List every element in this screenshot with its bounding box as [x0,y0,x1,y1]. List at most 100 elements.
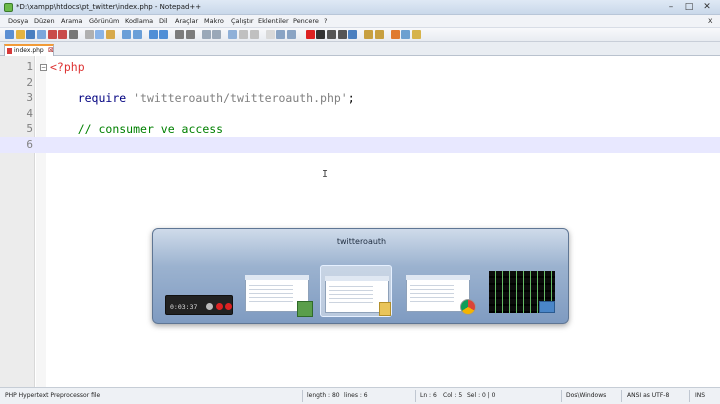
maximize-button[interactable]: □ [680,1,698,13]
record-icon[interactable] [305,30,315,39]
stop-icon [225,303,232,310]
indent-guide-icon[interactable] [249,30,259,39]
code-text: <?php [50,59,85,75]
menu-gorunum[interactable]: Görünüm [89,17,119,25]
code-line: 5 // consumer ve access [0,121,720,137]
menu-pencere[interactable]: Pencere [293,17,319,25]
menu-dil[interactable]: Dil [159,17,168,25]
menu-makro[interactable]: Makro [204,17,224,25]
status-divider [621,390,622,402]
status-encoding: ANSI as UTF-8 [627,392,670,399]
menu-eklentiler[interactable]: Eklentiler [258,17,289,25]
record-icon [216,303,223,310]
image-file-icon [297,301,313,317]
stop-icon[interactable] [316,30,326,39]
line-number: 4 [26,107,33,120]
pause-icon [206,303,213,310]
save-icon[interactable] [26,30,36,39]
line-number: 3 [26,91,33,104]
save-all-icon[interactable] [36,30,46,39]
notepadpp-icon [4,3,13,12]
recorder-panel: 0:03:37 [165,295,233,315]
replace-icon[interactable] [159,30,169,39]
switcher-item-explorer[interactable] [241,265,313,317]
code-text: // consumer ve access [50,121,223,137]
menu-calistir[interactable]: Çalıştır [231,17,254,25]
code-editor[interactable]: 1 − <?php 2 3 require 'twitteroauth/twit… [0,56,720,387]
user-lang-icon[interactable] [265,30,275,39]
switcher-item-chrome[interactable] [402,265,476,317]
toolbar [0,28,720,42]
code-text: require 'twitteroauth/twitteroauth.php'; [50,90,355,106]
status-divider [302,390,303,402]
string-literal: 'twitteroauth/twitteroauth.php' [126,91,348,105]
switcher-item-desktop[interactable] [485,265,557,317]
semicolon: ; [347,91,355,105]
cut-icon[interactable] [84,30,94,39]
status-divider [561,390,562,402]
copy-icon[interactable] [95,30,105,39]
plugin-icon[interactable] [401,30,411,39]
minimize-button[interactable]: – [662,1,680,13]
play-icon[interactable] [326,30,336,39]
status-lines: lines : 6 [344,392,368,399]
thumbnail-content [249,285,293,305]
tab-label: index.php [14,47,44,54]
thumbnail-titlebar [325,276,389,281]
menu-araclar[interactable]: Araçlar [175,17,198,25]
highlight-icon[interactable] [411,30,421,39]
close-icon[interactable] [47,30,57,39]
new-file-icon[interactable] [5,30,14,39]
switcher-item-twitteroauth[interactable] [320,265,392,317]
folder-icon [379,302,391,316]
print-icon[interactable] [68,30,78,39]
menu-duzen[interactable]: Düzen [34,17,55,25]
tab-close-icon[interactable]: ⊠ [48,46,54,54]
code-line: 3 require 'twitteroauth/twitteroauth.php… [0,90,720,106]
zoom-in-icon[interactable] [175,30,185,39]
open-icon[interactable] [15,30,25,39]
paste-icon[interactable] [106,30,116,39]
status-length: length : 80 [307,392,340,399]
status-selection: Sel : 0 | 0 [467,392,496,399]
zoom-out-icon[interactable] [185,30,195,39]
word-wrap-icon[interactable] [228,30,238,39]
redo-icon[interactable] [132,30,142,39]
menu-arama[interactable]: Arama [61,17,82,25]
menu-kodlama[interactable]: Kodlama [125,17,153,25]
status-divider [415,390,416,402]
all-chars-icon[interactable] [239,30,249,39]
tab-index-php[interactable]: index.php ⊠ [4,44,54,56]
sync-h-icon[interactable] [212,30,222,39]
unsaved-file-icon [7,48,12,54]
bookmark-icon[interactable] [390,30,400,39]
switcher-item-screen-recorder[interactable]: 0:03:37 [163,265,235,317]
switcher-title: twitteroauth [336,237,387,246]
close-document-button[interactable]: X [708,17,712,25]
menu-help[interactable]: ? [324,17,327,25]
mouse-ibeam-cursor: I [322,169,329,180]
menu-dosya[interactable]: Dosya [8,17,28,25]
line-number: 2 [26,76,33,89]
code-line: 4 [0,106,720,122]
require-keyword: require [77,91,127,105]
doc-map-icon[interactable] [276,30,286,39]
undo-icon[interactable] [122,30,132,39]
sync-v-icon[interactable] [201,30,211,39]
close-all-icon[interactable] [58,30,68,39]
spell-next-icon[interactable] [374,30,384,39]
fold-toggle-icon[interactable]: − [40,64,47,71]
find-icon[interactable] [148,30,158,39]
php-open-tag: <?php [50,60,85,74]
save-macro-icon[interactable] [348,30,358,39]
spell-check-icon[interactable] [364,30,374,39]
line-number: 1 [26,60,33,73]
status-eol: Dos\Windows [566,392,607,399]
status-bar: PHP Hypertext Preprocessor file length :… [0,387,720,404]
recorder-time: 0:03:37 [170,303,198,311]
function-list-icon[interactable] [286,30,296,39]
play-multi-icon[interactable] [337,30,347,39]
close-window-button[interactable]: ✕ [698,1,716,13]
code-line: 2 [0,75,720,91]
